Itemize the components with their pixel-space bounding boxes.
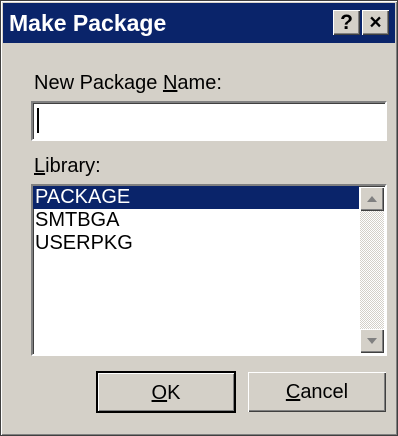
title-bar[interactable]: Make Package ? ×	[3, 3, 395, 43]
package-name-label-accel: N	[162, 72, 178, 94]
cancel-button[interactable]: Cancel	[247, 371, 387, 413]
close-icon: ×	[369, 11, 382, 34]
make-package-dialog: Make Package ? × New Package Name: Libra…	[0, 0, 398, 436]
library-list-item[interactable]: USERPKG	[33, 232, 359, 255]
package-name-label-pre: New Package	[34, 72, 163, 94]
package-name-label: New Package Name:	[34, 71, 222, 95]
library-scrollbar[interactable]	[360, 187, 384, 353]
scroll-down-button[interactable]	[360, 329, 384, 353]
library-label: Library:	[34, 154, 101, 178]
dialog-title: Make Package	[9, 10, 167, 36]
ok-button-post: K	[167, 382, 181, 404]
library-list-item[interactable]: PACKAGE	[33, 186, 359, 209]
triangle-down-icon	[367, 338, 377, 344]
text-caret	[37, 108, 39, 133]
ok-button-accel: O	[151, 382, 168, 404]
close-button[interactable]: ×	[362, 10, 389, 35]
package-name-label-post: ame:	[177, 72, 222, 94]
library-label-post: ibrary:	[45, 155, 101, 177]
cancel-button-accel: C	[285, 381, 301, 403]
scroll-up-button[interactable]	[360, 187, 384, 211]
library-list-item[interactable]: SMTBGA	[33, 209, 359, 232]
library-label-accel: L	[34, 155, 46, 177]
cancel-button-post: ancel	[300, 381, 349, 403]
library-list-items: PACKAGE SMTBGA USERPKG	[33, 186, 359, 354]
triangle-up-icon	[367, 196, 377, 202]
library-listbox[interactable]: PACKAGE SMTBGA USERPKG	[31, 184, 387, 356]
ok-button[interactable]: OK	[96, 371, 236, 413]
help-button[interactable]: ?	[333, 10, 360, 35]
package-name-input[interactable]	[31, 101, 387, 141]
